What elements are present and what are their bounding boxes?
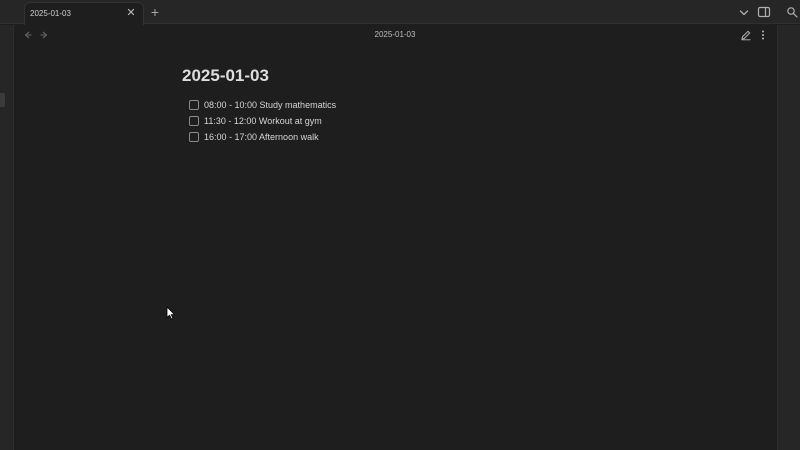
app-window: 2025-01-03 ✕ + 2025-01-03 2025-01-03 08:…: [0, 0, 800, 450]
mouse-cursor-icon: [166, 306, 175, 320]
view-header-title[interactable]: 2025-01-03: [330, 30, 460, 39]
plus-icon[interactable]: +: [148, 4, 162, 20]
gear-search-icon[interactable]: [785, 5, 799, 19]
note-title[interactable]: 2025-01-03: [182, 66, 269, 86]
ribbon-collapse-handle[interactable]: [0, 93, 5, 107]
arrow-right-icon[interactable]: [38, 29, 50, 41]
more-vertical-icon[interactable]: [758, 29, 768, 41]
task-item: 16:00 - 17:00 Afternoon walk: [189, 129, 336, 145]
task-text[interactable]: 16:00 - 17:00 Afternoon walk: [204, 132, 319, 142]
tab-title: 2025-01-03: [30, 9, 71, 18]
task-text[interactable]: 11:30 - 12:00 Workout at gym: [204, 116, 322, 126]
pencil-icon[interactable]: [740, 29, 752, 41]
task-checkbox[interactable]: [189, 132, 199, 142]
task-list: 08:00 - 10:00 Study mathematics 11:30 - …: [189, 97, 336, 145]
arrow-left-icon[interactable]: [22, 29, 34, 41]
left-ribbon: [0, 25, 14, 450]
tab-2025-01-03[interactable]: 2025-01-03 ✕: [24, 2, 144, 25]
task-checkbox[interactable]: [189, 100, 199, 110]
close-icon[interactable]: ✕: [125, 7, 137, 19]
chevron-down-icon[interactable]: [737, 6, 751, 20]
right-sidebar-edge: [777, 25, 800, 450]
task-checkbox[interactable]: [189, 116, 199, 126]
task-item: 08:00 - 10:00 Study mathematics: [189, 97, 336, 113]
task-text[interactable]: 08:00 - 10:00 Study mathematics: [204, 100, 336, 110]
sidebar-toggle-icon[interactable]: [757, 5, 771, 19]
task-item: 11:30 - 12:00 Workout at gym: [189, 113, 336, 129]
tab-bar: 2025-01-03 ✕ +: [0, 0, 800, 25]
